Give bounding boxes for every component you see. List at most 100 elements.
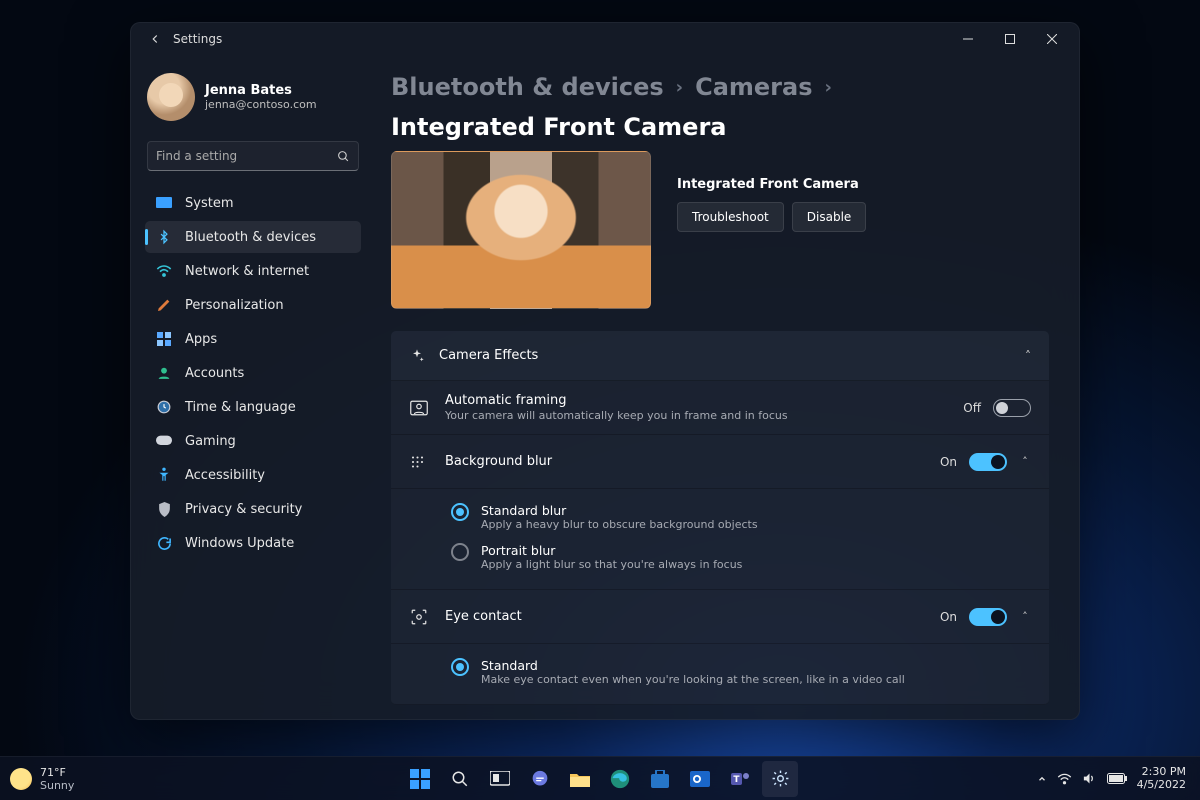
- camera-effects-header[interactable]: Camera Effects ˄: [391, 331, 1049, 381]
- sidebar-item-gaming[interactable]: Gaming: [145, 425, 361, 457]
- sidebar-item-label: Privacy & security: [185, 502, 302, 517]
- main-content: Bluetooth & devices › Cameras › Integrat…: [371, 55, 1079, 719]
- sidebar-item-personalization[interactable]: Personalization: [145, 289, 361, 321]
- sidebar-item-label: Accessibility: [185, 468, 265, 483]
- maximize-button[interactable]: [989, 25, 1031, 53]
- section-title: Camera Effects: [439, 348, 538, 363]
- radio-selected-icon: [451, 658, 469, 676]
- breadcrumb: Bluetooth & devices › Cameras › Integrat…: [391, 73, 1049, 141]
- paintbrush-icon: [155, 296, 173, 314]
- display-icon: [155, 194, 173, 212]
- sparkle-icon: [409, 348, 425, 364]
- eye-contact-toggle[interactable]: [969, 608, 1007, 626]
- outlook-button[interactable]: [682, 761, 718, 797]
- chevron-up-icon: ˄: [1025, 349, 1031, 363]
- setting-title: Automatic framing: [445, 393, 788, 408]
- sidebar-item-label: Accounts: [185, 366, 244, 381]
- option-title: Portrait blur: [481, 543, 742, 558]
- taskbar-center: T: [402, 761, 798, 797]
- sidebar-item-network[interactable]: Network & internet: [145, 255, 361, 287]
- setting-title: Eye contact: [445, 609, 522, 624]
- sidebar-item-label: Network & internet: [185, 264, 309, 279]
- toggle-state: Off: [963, 401, 981, 415]
- file-explorer-button[interactable]: [562, 761, 598, 797]
- disable-button[interactable]: Disable: [792, 202, 867, 232]
- tray-overflow-icon[interactable]: [1037, 774, 1047, 784]
- blur-icon: [409, 454, 429, 470]
- avatar: [147, 73, 195, 121]
- sidebar-item-time-language[interactable]: Time & language: [145, 391, 361, 423]
- bluetooth-icon: [155, 228, 173, 246]
- wifi-icon[interactable]: [1057, 773, 1072, 785]
- chevron-right-icon: ›: [825, 77, 832, 98]
- shield-icon: [155, 500, 173, 518]
- chevron-up-icon[interactable]: ˄: [1019, 455, 1031, 468]
- breadcrumb-item[interactable]: Cameras: [695, 73, 812, 101]
- settings-button[interactable]: [762, 761, 798, 797]
- nav: System Bluetooth & devices Network & int…: [145, 187, 361, 559]
- chat-button[interactable]: [522, 761, 558, 797]
- sidebar-item-system[interactable]: System: [145, 187, 361, 219]
- sidebar-item-apps[interactable]: Apps: [145, 323, 361, 355]
- edge-button[interactable]: [602, 761, 638, 797]
- store-button[interactable]: [642, 761, 678, 797]
- time: 2:30 PM: [1137, 766, 1186, 779]
- option-title: Standard blur: [481, 503, 758, 518]
- frame-person-icon: [409, 400, 429, 416]
- window-title: Settings: [173, 32, 222, 46]
- wifi-icon: [155, 262, 173, 280]
- radio-unselected-icon: [451, 543, 469, 561]
- sidebar-item-accessibility[interactable]: Accessibility: [145, 459, 361, 491]
- sidebar-item-label: Apps: [185, 332, 217, 347]
- setting-title: Background blur: [445, 454, 552, 469]
- background-blur-toggle[interactable]: [969, 453, 1007, 471]
- automatic-framing-toggle[interactable]: [993, 399, 1031, 417]
- troubleshoot-button[interactable]: Troubleshoot: [677, 202, 784, 232]
- gamepad-icon: [155, 432, 173, 450]
- toggle-state: On: [940, 610, 957, 624]
- eye-focus-icon: [409, 608, 429, 626]
- background-blur-options: Standard blur Apply a heavy blur to obsc…: [391, 489, 1049, 590]
- sun-icon: [10, 768, 32, 790]
- minimize-button[interactable]: [947, 25, 989, 53]
- search-box[interactable]: [147, 141, 359, 171]
- close-button[interactable]: [1031, 25, 1073, 53]
- automatic-framing-row: Automatic framing Your camera will autom…: [391, 381, 1049, 435]
- update-icon: [155, 534, 173, 552]
- sidebar-item-label: Personalization: [185, 298, 284, 313]
- svg-text:T: T: [733, 775, 740, 785]
- chevron-up-icon[interactable]: ˄: [1019, 610, 1031, 623]
- sidebar-item-windows-update[interactable]: Windows Update: [145, 527, 361, 559]
- task-view-button[interactable]: [482, 761, 518, 797]
- person-icon: [155, 364, 173, 382]
- option-desc: Apply a light blur so that you're always…: [481, 558, 742, 571]
- eye-contact-standard-option[interactable]: Standard Make eye contact even when you'…: [451, 652, 1031, 692]
- taskbar-search-button[interactable]: [442, 761, 478, 797]
- clock[interactable]: 2:30 PM 4/5/2022: [1137, 766, 1190, 791]
- breadcrumb-item[interactable]: Bluetooth & devices: [391, 73, 664, 101]
- weather-temp: 71°F: [40, 766, 74, 779]
- search-input[interactable]: [156, 149, 337, 163]
- standard-blur-option[interactable]: Standard blur Apply a heavy blur to obsc…: [451, 497, 1031, 537]
- back-button[interactable]: [141, 25, 169, 53]
- option-desc: Apply a heavy blur to obscure background…: [481, 518, 758, 531]
- battery-icon[interactable]: [1107, 773, 1127, 784]
- clock-icon: [155, 398, 173, 416]
- taskbar: 71°F Sunny T 2:30 PM 4/5/2022: [0, 756, 1200, 800]
- user-email: jenna@contoso.com: [205, 98, 317, 111]
- sidebar-item-bluetooth-devices[interactable]: Bluetooth & devices: [145, 221, 361, 253]
- user-block[interactable]: Jenna Bates jenna@contoso.com: [145, 67, 361, 135]
- start-button[interactable]: [402, 761, 438, 797]
- sidebar-item-label: Time & language: [185, 400, 296, 415]
- teams-button[interactable]: T: [722, 761, 758, 797]
- volume-icon[interactable]: [1082, 772, 1097, 785]
- sidebar: Jenna Bates jenna@contoso.com System Blu…: [131, 55, 371, 719]
- date: 4/5/2022: [1137, 779, 1186, 792]
- search-icon: [337, 150, 350, 163]
- weather-widget[interactable]: 71°F Sunny: [10, 766, 74, 792]
- sidebar-item-privacy-security[interactable]: Privacy & security: [145, 493, 361, 525]
- user-name: Jenna Bates: [205, 83, 317, 98]
- eye-contact-options: Standard Make eye contact even when you'…: [391, 644, 1049, 705]
- sidebar-item-accounts[interactable]: Accounts: [145, 357, 361, 389]
- portrait-blur-option[interactable]: Portrait blur Apply a light blur so that…: [451, 537, 1031, 577]
